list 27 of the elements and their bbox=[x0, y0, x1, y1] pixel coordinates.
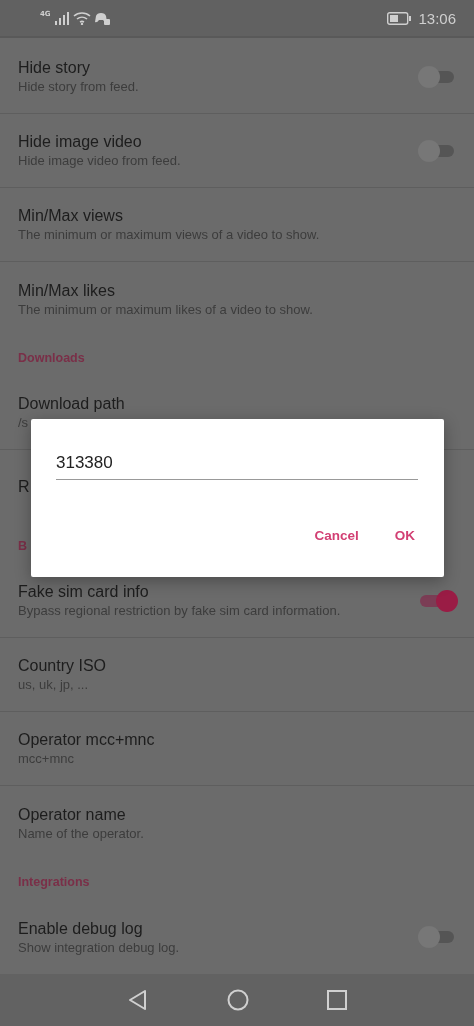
dialog-button[interactable]: Cancel bbox=[299, 520, 374, 551]
section-header: Integrations bbox=[18, 875, 90, 889]
setting-title: Min/Max likes bbox=[18, 281, 116, 300]
setting-title: Operator mcc+mnc bbox=[18, 731, 156, 749]
battery-icon bbox=[387, 11, 412, 25]
setting-title: Min/Max views bbox=[18, 207, 124, 225]
setting-title: Enable debug log bbox=[18, 919, 144, 938]
setting-title: Download path bbox=[18, 395, 126, 413]
toggle-switch[interactable] bbox=[418, 138, 456, 163]
setting-title: Hide story bbox=[18, 59, 92, 77]
toggle-switch[interactable] bbox=[418, 588, 456, 613]
section-header: B bbox=[18, 539, 28, 553]
setting-title: Hide image video bbox=[18, 133, 143, 151]
recents-icon[interactable] bbox=[327, 990, 347, 1010]
back-icon[interactable] bbox=[127, 989, 149, 1011]
dialog-button[interactable]: OK bbox=[379, 520, 430, 551]
setting-title: Country ISO bbox=[18, 657, 108, 675]
setting-title: Operator name bbox=[18, 805, 127, 824]
toggle-switch[interactable] bbox=[418, 64, 456, 89]
home-icon[interactable] bbox=[227, 989, 249, 1011]
signal-icon bbox=[53, 11, 70, 25]
wifi-icon bbox=[72, 11, 91, 25]
clock: 13:06 bbox=[418, 9, 456, 27]
input-field[interactable]: 313380 bbox=[56, 449, 418, 480]
section-header: Downloads bbox=[18, 351, 85, 365]
toggle-switch[interactable] bbox=[418, 925, 456, 949]
setting-title: Fake sim card info bbox=[18, 583, 150, 601]
